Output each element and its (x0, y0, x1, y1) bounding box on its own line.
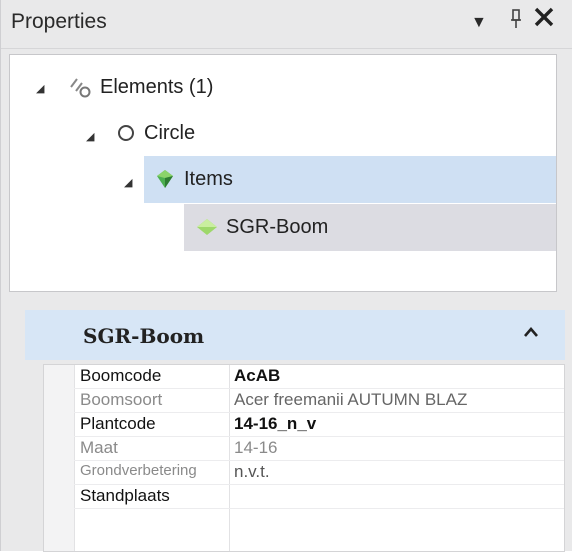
property-name: Plantcode (80, 414, 156, 433)
property-name: Boomcode (80, 366, 162, 385)
property-name: Grondverbetering (80, 462, 197, 479)
row-divider (74, 508, 564, 509)
tree-node-label: Items (184, 167, 233, 190)
element-tree: ◢ Elements (1) ◢ Circle ◢ Items SGR-Boom (9, 54, 557, 292)
details-section: SGR-Boom Boomcode AcAB Boomsoort Acer fr… (9, 300, 565, 552)
properties-panel: Properties ▼ ◢ Elements (1) ◢ Circle ◢ I… (0, 0, 573, 552)
property-value[interactable]: AcAB (234, 366, 564, 386)
elements-icon (70, 78, 91, 98)
property-value[interactable]: 14-16_n_v (234, 414, 564, 434)
table-row[interactable]: Boomsoort Acer freemanii AUTUMN BLAZ (44, 389, 564, 412)
property-value[interactable]: 14-16 (234, 438, 564, 458)
property-value[interactable]: n.v.t. (234, 462, 564, 482)
expand-arrow-icon[interactable]: ◢ (124, 176, 132, 189)
panel-title: Properties (11, 10, 107, 33)
tree-node-elements[interactable]: Elements (1) (68, 65, 213, 109)
tree-node-sgr-boom[interactable]: SGR-Boom (196, 205, 328, 249)
card-header[interactable]: SGR-Boom (25, 310, 565, 360)
table-row[interactable]: Boomcode AcAB (44, 365, 564, 388)
tree-node-label: SGR-Boom (226, 215, 329, 238)
table-row[interactable]: Plantcode 14-16_n_v (44, 413, 564, 436)
window-edge (572, 0, 582, 551)
property-name: Maat (80, 438, 118, 457)
dropdown-icon[interactable]: ▼ (471, 8, 487, 38)
panel-titlebar: Properties ▼ (1, 0, 573, 49)
circle-icon (118, 125, 134, 141)
green-gem-icon (157, 170, 173, 188)
tree-node-label: Circle (144, 121, 196, 144)
property-name: Boomsoort (80, 390, 163, 409)
tree-node-circle[interactable]: Circle (118, 111, 195, 155)
diamond-icon (197, 219, 217, 235)
expand-arrow-icon[interactable]: ◢ (86, 130, 94, 143)
tree-node-label: Elements (1) (100, 75, 214, 98)
chevron-up-icon[interactable] (523, 321, 539, 344)
expand-arrow-icon[interactable]: ◢ (36, 82, 44, 95)
property-grid: Boomcode AcAB Boomsoort Acer freemanii A… (43, 364, 565, 552)
property-name: Standplaats (80, 486, 170, 505)
table-row[interactable]: Grondverbetering n.v.t. (44, 461, 564, 484)
table-row[interactable]: Standplaats (44, 485, 564, 508)
tree-node-items[interactable]: Items (156, 157, 233, 201)
close-icon[interactable] (533, 4, 555, 34)
card-title: SGR-Boom (83, 324, 205, 348)
table-row[interactable]: Maat 14-16 (44, 437, 564, 460)
property-value[interactable]: Acer freemanii AUTUMN BLAZ (234, 390, 564, 410)
pin-icon[interactable] (509, 8, 523, 39)
